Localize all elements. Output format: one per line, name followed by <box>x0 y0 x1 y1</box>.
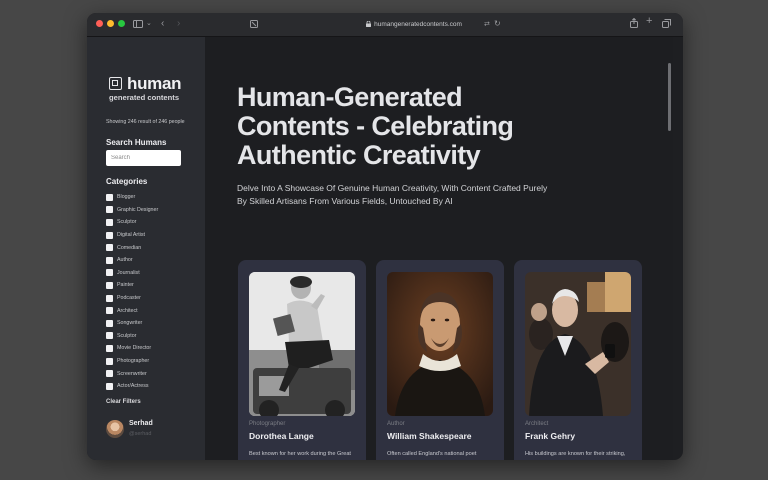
zoom-window-button[interactable] <box>118 20 125 27</box>
logo-icon <box>109 77 122 90</box>
category-checkbox[interactable] <box>106 294 113 302</box>
card-description: His buildings are known for their striki… <box>525 451 626 460</box>
person-photo <box>387 272 493 416</box>
category-label: Photographer <box>117 358 150 365</box>
person-card[interactable]: Architect Frank Gehry His buildings are … <box>514 260 642 460</box>
category-item[interactable]: Sculptor <box>106 216 201 229</box>
minimize-window-button[interactable] <box>107 20 114 27</box>
category-item[interactable]: Graphic Designer <box>106 204 201 217</box>
category-item[interactable]: Podcaster <box>106 292 201 305</box>
card-role: Photographer <box>249 421 286 427</box>
category-item[interactable]: Painter <box>106 279 201 292</box>
category-item[interactable]: Journalist <box>106 267 201 280</box>
category-label: Screenwriter <box>117 370 147 377</box>
browser-window: ⌄ ‹ › humangeneratedcontents.com ⇄ ↻ + h… <box>87 13 683 460</box>
card-role: Author <box>387 421 405 427</box>
category-item[interactable]: Digital Artist <box>106 229 201 242</box>
category-checkbox[interactable] <box>106 218 113 226</box>
tabs-icon[interactable] <box>662 19 671 30</box>
category-label: Digital Artist <box>117 232 145 239</box>
category-label: Sculptor <box>117 219 137 226</box>
category-checkbox[interactable] <box>106 269 113 277</box>
tab-overview-icon[interactable] <box>250 20 258 30</box>
page-subtitle: Delve Into A Showcase Of Genuine Human C… <box>237 183 548 206</box>
category-item[interactable]: Songwriter <box>106 317 201 330</box>
logo-subtitle: generated contents <box>109 93 180 102</box>
person-photo <box>249 272 355 416</box>
close-window-button[interactable] <box>96 20 103 27</box>
category-label: Blogger <box>117 194 136 201</box>
category-label: Painter <box>117 282 134 289</box>
category-item[interactable]: Actor/Actress <box>106 380 201 393</box>
category-item[interactable]: Blogger <box>106 191 201 204</box>
category-label: Journalist <box>117 269 140 276</box>
new-tab-icon[interactable]: + <box>646 16 652 27</box>
card-description: Best known for her work during the Great… <box>249 451 351 460</box>
category-checkbox[interactable] <box>106 193 113 201</box>
clear-filters-link[interactable]: Clear Filters <box>106 399 141 405</box>
category-label: Graphic Designer <box>117 206 159 213</box>
category-item[interactable]: Comedian <box>106 241 201 254</box>
search-heading: Search Humans <box>106 138 167 147</box>
category-checkbox[interactable] <box>106 344 113 352</box>
translate-icon[interactable]: ⇄ <box>484 20 490 29</box>
card-role: Architect <box>525 421 549 427</box>
search-input[interactable] <box>106 150 181 166</box>
chevron-down-icon[interactable]: ⌄ <box>146 19 152 28</box>
category-item[interactable]: Author <box>106 254 201 267</box>
category-label: Sculptor <box>117 332 137 339</box>
category-checkbox[interactable] <box>106 370 113 378</box>
category-checkbox[interactable] <box>106 307 113 315</box>
category-item[interactable]: Architect <box>106 304 201 317</box>
user-handle: @serhad <box>129 431 152 437</box>
category-item[interactable]: Movie Director <box>106 342 201 355</box>
category-checkbox[interactable] <box>106 231 113 239</box>
main-content: Human-Generated Contents - Celebrating A… <box>205 37 673 460</box>
category-checkbox[interactable] <box>106 319 113 327</box>
category-item[interactable]: Screenwriter <box>106 367 201 380</box>
category-label: Comedian <box>117 244 142 251</box>
browser-toolbar: ⌄ ‹ › humangeneratedcontents.com ⇄ ↻ + <box>87 13 683 37</box>
category-label: Actor/Actress <box>117 383 149 390</box>
category-checkbox[interactable] <box>106 256 113 264</box>
avatar[interactable] <box>106 420 124 438</box>
category-item[interactable]: Photographer <box>106 355 201 368</box>
category-checkbox[interactable] <box>106 332 113 340</box>
user-name: Serhad <box>129 420 153 427</box>
url-text: humangeneratedcontents.com <box>374 21 462 28</box>
category-label: Podcaster <box>117 295 141 302</box>
category-checkbox[interactable] <box>106 357 113 365</box>
sidebar: human generated contents Showing 246 res… <box>87 37 205 460</box>
category-list: Blogger Graphic Designer Sculptor Digita… <box>106 191 201 393</box>
scrollbar[interactable] <box>668 63 671 131</box>
card-name: Frank Gehry <box>525 431 576 441</box>
category-checkbox[interactable] <box>106 281 113 289</box>
address-bar[interactable]: humangeneratedcontents.com <box>339 19 489 30</box>
share-icon[interactable] <box>630 17 638 30</box>
categories-heading: Categories <box>106 177 148 186</box>
card-name: Dorothea Lange <box>249 431 314 441</box>
card-description: Often called England's national poet <box>387 451 477 457</box>
logo-word: human <box>127 74 182 93</box>
category-label: Author <box>117 257 133 264</box>
category-label: Movie Director <box>117 345 152 352</box>
back-icon[interactable]: ‹ <box>161 19 164 29</box>
category-checkbox[interactable] <box>106 244 113 252</box>
person-photo <box>525 272 631 416</box>
card-name: William Shakespeare <box>387 431 472 441</box>
reload-icon[interactable]: ↻ <box>494 19 501 28</box>
person-card[interactable]: Author William Shakespeare Often called … <box>376 260 504 460</box>
category-label: Songwriter <box>117 320 143 327</box>
category-checkbox[interactable] <box>106 382 113 390</box>
result-count: Showing 246 result of 246 people <box>106 119 185 125</box>
person-card[interactable]: Photographer Dorothea Lange Best known f… <box>238 260 366 460</box>
forward-icon[interactable]: › <box>177 19 180 29</box>
category-item[interactable]: Sculptor <box>106 330 201 343</box>
page-title: Human-Generated Contents - Celebrating A… <box>237 82 514 170</box>
category-label: Architect <box>117 307 138 314</box>
lock-icon <box>366 20 372 29</box>
sidebar-toggle-icon[interactable] <box>133 20 143 30</box>
category-checkbox[interactable] <box>106 206 113 214</box>
